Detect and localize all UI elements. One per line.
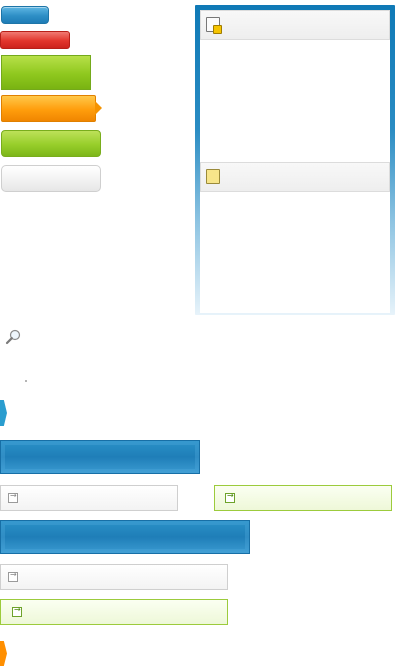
magnifier-icon[interactable] <box>5 329 21 345</box>
arrow-box-icon <box>225 491 235 503</box>
orange-arrow-button[interactable] <box>1 95 96 122</box>
blue-tab-marker <box>0 400 7 426</box>
green-field-1[interactable] <box>214 485 392 511</box>
arrow-box-icon <box>12 605 22 617</box>
gray-rounded-button[interactable] <box>1 165 101 192</box>
clipboard-warning-icon <box>206 17 222 34</box>
blue-bar-2[interactable] <box>0 520 250 554</box>
note-icon <box>206 169 220 184</box>
green-rounded-button[interactable] <box>1 130 101 157</box>
sprite-sheet <box>0 0 400 670</box>
tiny-dot <box>25 380 27 382</box>
blue-small-button[interactable] <box>1 6 49 24</box>
green-square-button[interactable] <box>1 55 91 90</box>
arrow-box-icon <box>8 491 18 503</box>
panel-section-header-2 <box>200 162 390 192</box>
panel-section-header-1 <box>200 10 390 40</box>
blue-bar-1[interactable] <box>0 440 200 474</box>
orange-arrow-tip <box>95 101 102 115</box>
arrow-box-icon <box>8 570 18 582</box>
red-button[interactable] <box>0 31 70 49</box>
orange-tab-marker <box>0 641 7 666</box>
gray-field-2[interactable] <box>0 564 228 590</box>
gray-field-1[interactable] <box>0 485 178 511</box>
green-field-2[interactable] <box>0 599 228 625</box>
